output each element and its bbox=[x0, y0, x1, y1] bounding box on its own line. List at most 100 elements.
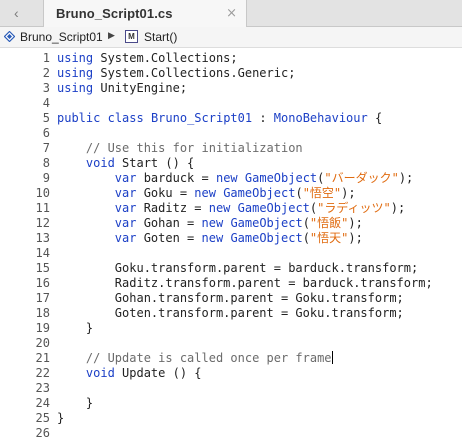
code-line[interactable]: 20 bbox=[0, 336, 462, 351]
code-token: void bbox=[85, 156, 115, 170]
line-number: 3 bbox=[42, 81, 50, 95]
back-chevron-icon[interactable]: ‹ bbox=[14, 6, 28, 20]
code-token: System.Collections.Generic; bbox=[93, 66, 296, 80]
line-number: 22 bbox=[35, 366, 50, 380]
code-line[interactable]: 23 bbox=[0, 381, 462, 396]
code-line[interactable]: 11 var Raditz = new GameObject("ラディッツ"); bbox=[0, 201, 462, 216]
code-line[interactable]: 9 var barduck = new GameObject("バーダック"); bbox=[0, 171, 462, 186]
code-text: Goku.transform.parent = barduck.transfor… bbox=[57, 261, 418, 276]
code-line[interactable]: 25} bbox=[0, 411, 462, 426]
code-token: var bbox=[114, 171, 137, 185]
code-token: GameObject bbox=[230, 216, 303, 230]
code-text: Gohan.transform.parent = Goku.transform; bbox=[57, 291, 404, 306]
tab-bar: ‹ Bruno_Script01.cs ⨯ bbox=[0, 0, 462, 27]
code-token: { bbox=[367, 111, 383, 125]
code-token: Goku.transform.parent = barduck.transfor… bbox=[57, 261, 419, 275]
code-line[interactable]: 3 using UnityEngine; bbox=[0, 81, 462, 96]
code-editor[interactable]: 1 using System.Collections; 2 using System.… bbox=[0, 48, 462, 447]
code-token: Goten = bbox=[136, 231, 202, 245]
code-line[interactable]: 16 Raditz.transform.parent = barduck.tra… bbox=[0, 276, 462, 291]
tab-title: Bruno_Script01.cs bbox=[56, 6, 173, 21]
code-token: using bbox=[57, 51, 94, 65]
code-line[interactable]: 2 using System.Collections.Generic; bbox=[0, 66, 462, 81]
code-line[interactable]: 4 bbox=[0, 96, 462, 111]
class-diamond-icon bbox=[4, 31, 15, 42]
code-line[interactable]: 17 Gohan.transform.parent = Goku.transfo… bbox=[0, 291, 462, 306]
tab-bruno-script01[interactable]: Bruno_Script01.cs ⨯ bbox=[43, 0, 247, 27]
code-token: MonoBehaviour bbox=[273, 111, 368, 125]
code-token: "悟天" bbox=[309, 231, 349, 245]
code-token: ( bbox=[295, 186, 303, 200]
code-token: barduck = bbox=[136, 171, 216, 185]
code-token: ); bbox=[390, 201, 406, 215]
code-token: ); bbox=[348, 216, 363, 230]
code-token: new bbox=[208, 201, 231, 215]
code-line[interactable]: 15 Goku.transform.parent = barduck.trans… bbox=[0, 261, 462, 276]
code-token: new bbox=[215, 171, 238, 185]
code-line[interactable]: 1 using System.Collections; bbox=[0, 51, 462, 66]
code-token: var bbox=[114, 201, 137, 215]
code-text: void Start () { bbox=[57, 156, 194, 171]
line-number: 10 bbox=[35, 186, 50, 200]
line-number: 12 bbox=[35, 216, 50, 230]
code-text: // Use this for initialization bbox=[57, 141, 303, 156]
code-line[interactable]: 8 void Start () { bbox=[0, 156, 462, 171]
code-line[interactable]: 10 var Goku = new GameObject("悟空"); bbox=[0, 186, 462, 201]
code-token: Raditz = bbox=[136, 201, 209, 215]
code-line[interactable]: 21 // Update is called once per frame bbox=[0, 351, 462, 366]
code-token: GameObject bbox=[244, 171, 318, 185]
code-line[interactable]: 6 bbox=[0, 126, 462, 141]
code-token: Goku = bbox=[136, 186, 195, 200]
code-line[interactable]: 7 // Use this for initialization bbox=[0, 141, 462, 156]
code-line[interactable]: 24 } bbox=[0, 396, 462, 411]
line-number: 5 bbox=[42, 111, 50, 125]
code-token: Goten.transform.parent = Goku.transform; bbox=[57, 306, 404, 320]
code-token: // Use this for initialization bbox=[57, 141, 303, 155]
code-token: new bbox=[201, 216, 224, 230]
line-number: 23 bbox=[35, 381, 50, 395]
line-number: 17 bbox=[35, 291, 50, 305]
code-text: var barduck = new GameObject("バーダック"); bbox=[57, 171, 413, 186]
code-token: ( bbox=[302, 216, 310, 230]
code-line[interactable]: 22 void Update () { bbox=[0, 366, 462, 381]
code-line[interactable]: 5 public class Bruno_Script01 : MonoBehav… bbox=[0, 111, 462, 126]
code-token: } bbox=[57, 396, 94, 410]
line-number: 15 bbox=[35, 261, 50, 275]
code-line[interactable]: 14 bbox=[0, 246, 462, 261]
breadcrumb-member[interactable]: Start() bbox=[144, 30, 177, 44]
code-line[interactable]: 19 } bbox=[0, 321, 462, 336]
code-text: var Raditz = new GameObject("ラディッツ"); bbox=[57, 201, 405, 216]
code-text: public class Bruno_Script01 : MonoBehavi… bbox=[57, 111, 382, 126]
code-token: ); bbox=[341, 186, 356, 200]
code-token: Start () { bbox=[114, 156, 195, 170]
code-line[interactable]: 13 var Goten = new GameObject("悟天"); bbox=[0, 231, 462, 246]
code-token: Update () { bbox=[114, 366, 202, 380]
breadcrumb-file[interactable]: Bruno_Script01 bbox=[20, 30, 103, 44]
code-text: using UnityEngine; bbox=[57, 81, 187, 96]
line-number: 11 bbox=[35, 201, 50, 215]
code-line[interactable]: 12 var Gohan = new GameObject("悟飯"); bbox=[0, 216, 462, 231]
close-icon[interactable]: ⨯ bbox=[226, 5, 237, 21]
line-number: 18 bbox=[35, 306, 50, 320]
code-line[interactable]: 26 bbox=[0, 426, 462, 441]
code-token: public bbox=[57, 111, 101, 125]
line-number: 26 bbox=[35, 426, 50, 440]
code-line[interactable]: 18 Goten.transform.parent = Goku.transfo… bbox=[0, 306, 462, 321]
code-text: using System.Collections; bbox=[57, 51, 238, 66]
line-number: 4 bbox=[42, 96, 50, 110]
code-token: Raditz.transform.parent = barduck.transf… bbox=[57, 276, 433, 290]
code-token: ( bbox=[302, 231, 310, 245]
line-number: 6 bbox=[42, 126, 50, 140]
breadcrumb: Bruno_Script01 ▶ M Start() bbox=[0, 27, 462, 48]
code-token: Bruno_Script01 bbox=[150, 111, 253, 125]
